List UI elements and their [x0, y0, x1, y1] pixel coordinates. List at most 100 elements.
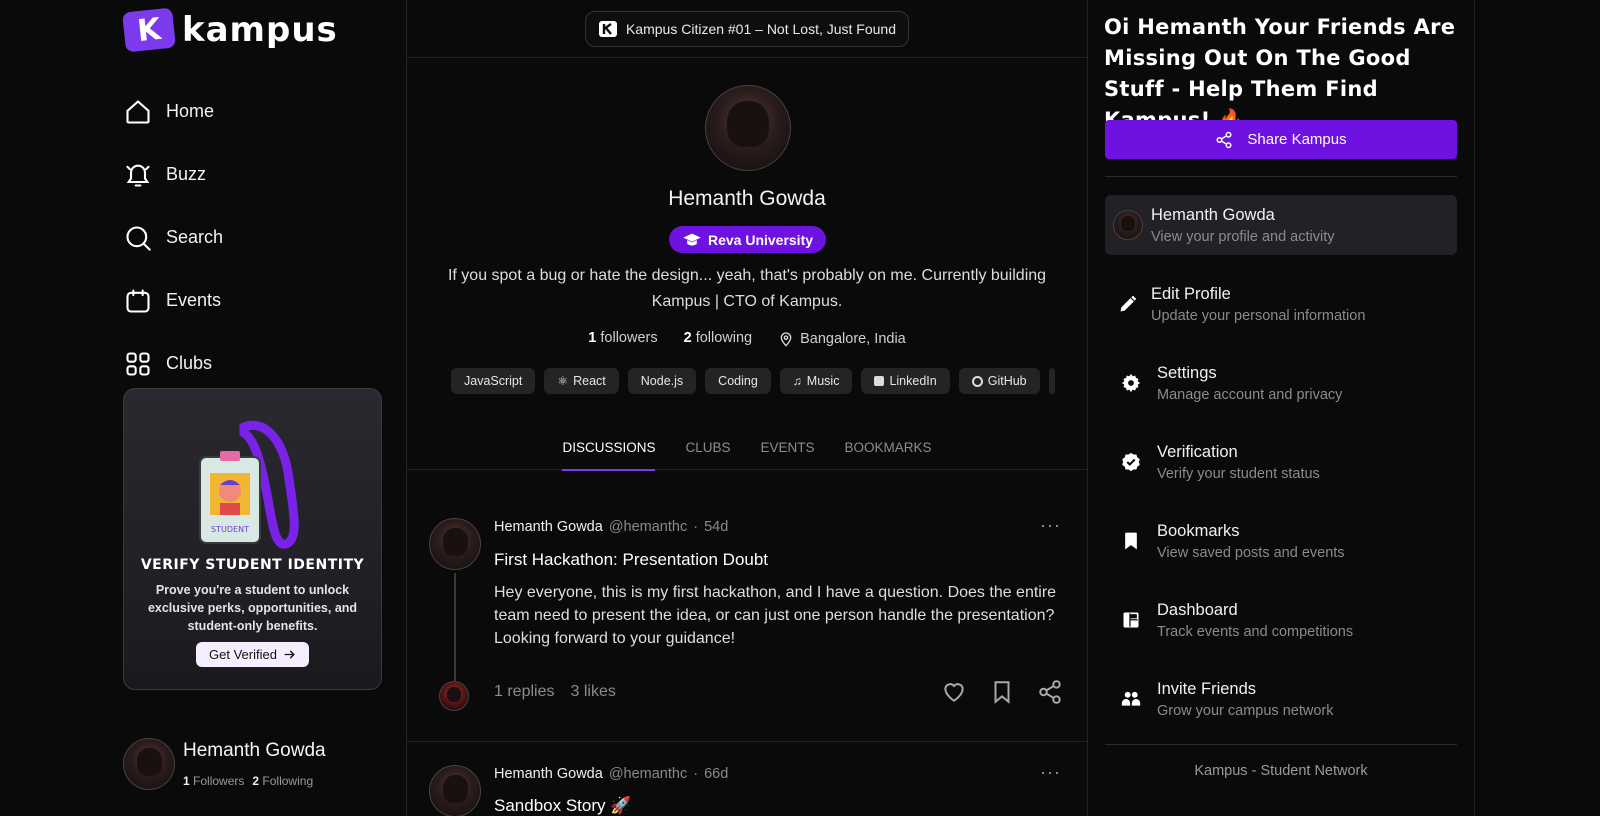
- gear-icon: [1121, 373, 1141, 393]
- post-author[interactable]: Hemanth Gowda: [494, 766, 603, 782]
- nav-label: Clubs: [166, 353, 213, 373]
- like-heart-icon[interactable]: [941, 679, 967, 705]
- menu-icon: [1105, 210, 1151, 240]
- citizen-banner-text: Kampus Citizen #01 – Not Lost, Just Foun…: [625, 20, 897, 37]
- profile-avatar[interactable]: [705, 85, 791, 171]
- tag-music[interactable]: ♫ Music: [779, 368, 853, 394]
- post-title[interactable]: First Hackathon: Presentation Doubt: [494, 550, 768, 570]
- github-icon: [971, 375, 983, 387]
- kampus-logo[interactable]: K kampus: [122, 7, 338, 53]
- sidebar-followers[interactable]: 1 Followers: [183, 774, 244, 788]
- menu-subtitle: Manage account and privacy: [1157, 386, 1343, 403]
- nav-label: Search: [166, 227, 224, 247]
- nav-label: Events: [166, 290, 222, 310]
- replies-count[interactable]: 1 replies: [494, 683, 554, 701]
- nav-item-buzz[interactable]: Buzz: [124, 143, 223, 206]
- tag-coding[interactable]: Coding: [705, 368, 771, 394]
- post-title[interactable]: Sandbox Story 🚀: [494, 796, 631, 816]
- post-actions: [941, 679, 1063, 705]
- sidebar-user-stats: 1 Followers 2 Following: [183, 774, 326, 788]
- sidebar-user[interactable]: Hemanth Gowda 1 Followers 2 Following: [123, 738, 326, 790]
- followers-count[interactable]: 1 followers: [588, 330, 657, 348]
- app-root: K kampus Home Buzz Search Events Clubs S…: [0, 0, 1600, 816]
- top-banner-bar: Kampus Citizen #01 – Not Lost, Just Foun…: [407, 0, 1087, 58]
- tag-react[interactable]: ⚛ React: [544, 368, 619, 394]
- post-author-avatar[interactable]: [429, 765, 481, 816]
- nav-item-clubs[interactable]: Clubs: [124, 332, 223, 395]
- footer-note: Kampus - Student Network: [1194, 763, 1368, 779]
- profile-bio: If you spot a bug or hate the design... …: [447, 267, 1047, 310]
- menu-item-profile[interactable]: Hemanth Gowda View your profile and activ…: [1105, 195, 1457, 255]
- share-kampus-button[interactable]: Share Kampus: [1105, 120, 1457, 159]
- menu-subtitle: View your profile and activity: [1151, 228, 1335, 245]
- tag-github[interactable]: GitHub: [958, 368, 1040, 394]
- tag-javascript[interactable]: JavaScript: [451, 368, 536, 394]
- share-icon: [1216, 131, 1232, 148]
- post-header: Hemanth Gowda @hemanthc · 66d: [494, 766, 728, 782]
- verified-badge-icon: [1122, 452, 1140, 472]
- avatar: [123, 738, 175, 790]
- music-note-icon: ♫: [792, 374, 802, 388]
- arrow-right-icon: [284, 650, 295, 659]
- tag-nodejs[interactable]: Node.js: [627, 368, 697, 394]
- menu-item-bookmarks[interactable]: Bookmarks View saved posts and events: [1105, 511, 1457, 571]
- get-verified-button[interactable]: Get Verified: [196, 642, 309, 667]
- nav-item-home[interactable]: Home: [124, 80, 223, 143]
- menu-title: Invite Friends: [1157, 679, 1257, 698]
- tab-events[interactable]: EVENTS: [761, 430, 815, 470]
- menu-item-invite-friends[interactable]: Invite Friends Grow your campus network: [1105, 669, 1457, 729]
- tag-overflow: [1048, 368, 1055, 394]
- menu-item-settings[interactable]: Settings Manage account and privacy: [1105, 353, 1457, 413]
- tag-linkedin[interactable]: LinkedIn: [861, 368, 950, 394]
- post-age: 54d: [704, 519, 729, 535]
- post-handle[interactable]: @hemanthc: [609, 519, 687, 535]
- nav-label: Home: [166, 101, 215, 121]
- menu-title: Bookmarks: [1157, 521, 1240, 540]
- profile-stats: 1 followers 2 following Bangalore, India: [407, 330, 1087, 348]
- likes-count[interactable]: 3 likes: [570, 683, 615, 701]
- student-id-badge-illustration: STUDENT: [199, 420, 299, 549]
- tab-discussions[interactable]: DISCUSSIONS: [562, 430, 656, 471]
- tab-bookmarks[interactable]: BOOKMARKS: [845, 430, 932, 470]
- more-options-icon[interactable]: ···: [1040, 762, 1061, 783]
- bookmark-icon[interactable]: [989, 679, 1015, 705]
- sidebar-user-name: Hemanth Gowda: [183, 740, 326, 761]
- menu-subtitle: Update your personal information: [1151, 307, 1366, 324]
- pencil-icon: [1120, 295, 1137, 312]
- following-count[interactable]: 2 following: [684, 330, 753, 348]
- profile-main: Kampus Citizen #01 – Not Lost, Just Foun…: [406, 0, 1088, 816]
- menu-subtitle: View saved posts and events: [1157, 544, 1345, 561]
- menu-subtitle: Track events and competitions: [1157, 623, 1354, 640]
- post-header: Hemanth Gowda @hemanthc · 54d: [494, 519, 728, 535]
- share-promo-text: Oi Hemanth Your Friends Are Missing Out …: [1104, 15, 1456, 132]
- sidebar-following[interactable]: 2 Following: [252, 774, 313, 788]
- nav-item-search[interactable]: Search: [124, 206, 223, 269]
- verify-card-title: VERIFY STUDENT IDENTITY: [140, 557, 365, 573]
- discussion-post[interactable]: Hemanth Gowda @hemanthc · 66d ··· Sandbo…: [407, 743, 1087, 816]
- post-body: Hey everyone, this is my first hackathon…: [494, 584, 1057, 647]
- nav-item-events[interactable]: Events: [124, 269, 223, 332]
- citizen-banner[interactable]: Kampus Citizen #01 – Not Lost, Just Foun…: [584, 10, 910, 47]
- university-badge[interactable]: Reva University: [669, 226, 826, 253]
- linkedin-icon: [874, 376, 885, 386]
- share-kampus-label: Share Kampus: [1247, 131, 1347, 148]
- post-handle[interactable]: @hemanthc: [609, 766, 687, 782]
- bookmark-icon: [1125, 532, 1137, 550]
- menu-title: Settings: [1157, 363, 1217, 382]
- post-author[interactable]: Hemanth Gowda: [494, 519, 603, 535]
- discussion-post[interactable]: Hemanth Gowda @hemanthc · 54d ··· First …: [407, 471, 1087, 742]
- menu-subtitle: Verify your student status: [1157, 465, 1320, 482]
- more-options-icon[interactable]: ···: [1040, 515, 1061, 536]
- right-sidebar: Oi Hemanth Your Friends Are Missing Out …: [1088, 0, 1600, 816]
- menu-item-dashboard[interactable]: Dashboard Track events and competitions: [1105, 590, 1457, 650]
- share-icon[interactable]: [1037, 679, 1063, 705]
- home-icon: [126, 99, 150, 124]
- reply-avatar[interactable]: [439, 681, 469, 711]
- logo-text: kampus: [182, 10, 338, 50]
- menu-item-verification[interactable]: Verification Verify your student status: [1105, 432, 1457, 492]
- kampus-k-icon: [598, 20, 617, 37]
- tab-clubs[interactable]: CLUBS: [685, 430, 730, 470]
- menu-item-edit-profile[interactable]: Edit Profile Update your personal informa…: [1105, 274, 1457, 334]
- post-author-avatar[interactable]: [429, 518, 481, 570]
- location-pin-icon: [780, 332, 792, 347]
